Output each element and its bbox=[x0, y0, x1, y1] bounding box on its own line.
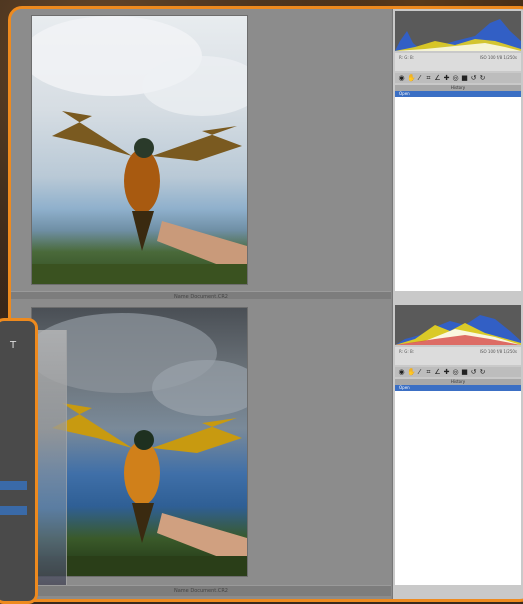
straighten-icon[interactable]: ∠ bbox=[434, 368, 441, 376]
rotate-left-icon[interactable]: ↺ bbox=[470, 368, 477, 376]
histogram-bottom bbox=[395, 305, 521, 345]
parrot-illustration bbox=[32, 16, 247, 284]
exif-left: R: G: B: bbox=[399, 349, 415, 354]
histogram-top bbox=[395, 11, 521, 51]
exif-info-bottom: R: G: B: ISO 100 f/8 1/250s bbox=[395, 347, 521, 365]
status-bar-bottom: Name Document.CR2 bbox=[11, 585, 391, 596]
exif-left: R: G: B: bbox=[399, 55, 415, 60]
exif-right: ISO 100 f/8 1/250s bbox=[479, 55, 517, 60]
hand-icon[interactable]: ✋ bbox=[407, 74, 416, 82]
toolbar-bottom: ◉ ✋ ⁄ ⌗ ∠ ✚ ◎ ■ ↺ ↻ bbox=[395, 367, 521, 377]
history-item[interactable]: Open bbox=[395, 385, 521, 391]
rotate-left-icon[interactable]: ↺ bbox=[470, 74, 477, 82]
eyedropper-icon[interactable]: ⁄ bbox=[416, 74, 423, 82]
brush-icon[interactable]: ■ bbox=[461, 74, 468, 82]
side-panel-bottom: R: G: B: ISO 100 f/8 1/250s ◉ ✋ ⁄ ⌗ ∠ ✚ … bbox=[392, 299, 523, 599]
side-panel-top: R: G: B: ISO 100 f/8 1/250s ◉ ✋ ⁄ ⌗ ∠ ✚ … bbox=[392, 9, 523, 299]
retouch-icon[interactable]: ✚ bbox=[443, 368, 450, 376]
parrot-photo-original[interactable] bbox=[31, 15, 248, 285]
rotate-right-icon[interactable]: ↻ bbox=[479, 74, 486, 82]
overlay-item-selected[interactable] bbox=[0, 481, 27, 490]
redeye-icon[interactable]: ◎ bbox=[452, 368, 459, 376]
exif-info-top: R: G: B: ISO 100 f/8 1/250s bbox=[395, 53, 521, 71]
history-list-top[interactable]: Open bbox=[395, 91, 521, 291]
zoom-icon[interactable]: ◉ bbox=[398, 368, 405, 376]
rotate-right-icon[interactable]: ↻ bbox=[479, 368, 486, 376]
exif-right: ISO 100 f/8 1/250s bbox=[479, 349, 517, 354]
hand-icon[interactable]: ✋ bbox=[407, 368, 416, 376]
retouch-icon[interactable]: ✚ bbox=[443, 74, 450, 82]
history-list-bottom[interactable]: Open bbox=[395, 385, 521, 585]
toolbar-top: ◉ ✋ ⁄ ⌗ ∠ ✚ ◎ ■ ↺ ↻ bbox=[395, 73, 521, 83]
preview-pane-bottom: Name Document.CR2 R: G: B: ISO 100 f/8 1… bbox=[11, 299, 523, 599]
canvas-bottom[interactable] bbox=[11, 299, 391, 599]
eyedropper-icon[interactable]: ⁄ bbox=[416, 368, 423, 376]
preview-pane-top: Name Document.CR2 R: G: B: ISO 100 f/8 1… bbox=[11, 9, 523, 302]
overlay-item[interactable] bbox=[0, 451, 27, 460]
brush-icon[interactable]: ■ bbox=[461, 368, 468, 376]
app-window: Name Document.CR2 R: G: B: ISO 100 f/8 1… bbox=[8, 6, 523, 602]
zoom-icon[interactable]: ◉ bbox=[398, 74, 405, 82]
straighten-icon[interactable]: ∠ bbox=[434, 74, 441, 82]
crop-icon[interactable]: ⌗ bbox=[425, 368, 432, 376]
overlay-item-selected[interactable] bbox=[0, 506, 27, 515]
crop-icon[interactable]: ⌗ bbox=[425, 74, 432, 82]
redeye-icon[interactable]: ◎ bbox=[452, 74, 459, 82]
history-item[interactable]: Open bbox=[395, 91, 521, 97]
overlay-tool-panel: T bbox=[0, 318, 38, 604]
canvas-top[interactable] bbox=[11, 9, 391, 299]
type-tool-icon[interactable]: T bbox=[0, 341, 27, 351]
